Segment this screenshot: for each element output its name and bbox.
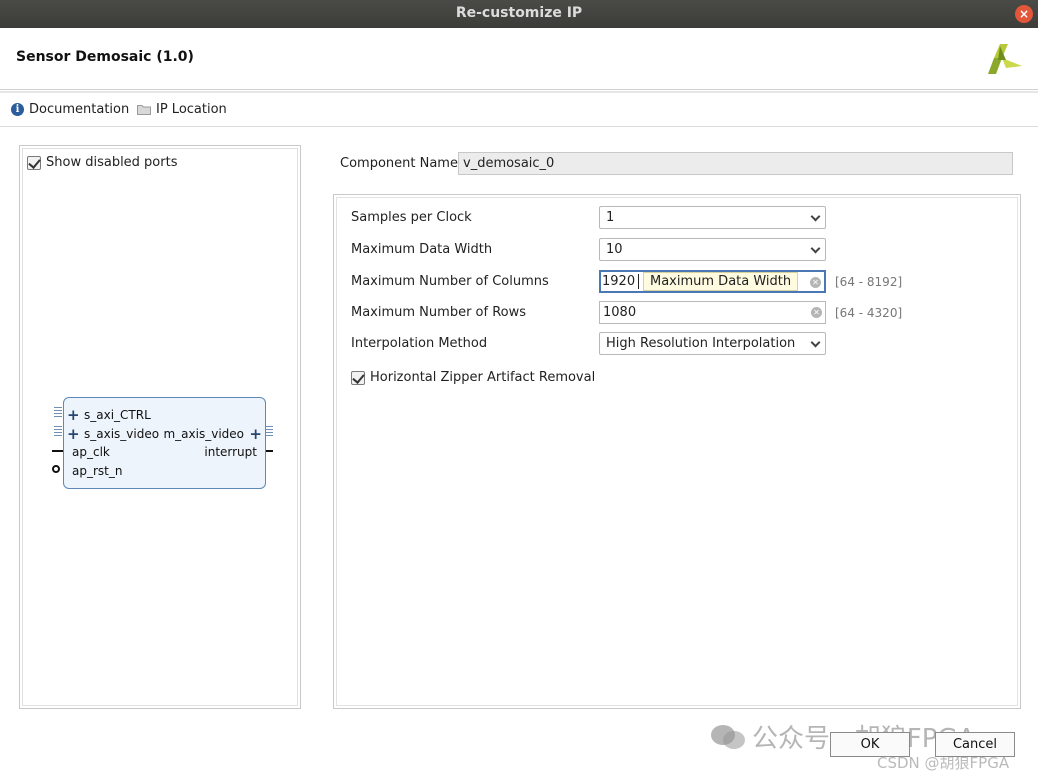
zipper-removal-label: Horizontal Zipper Artifact Removal [370, 370, 596, 385]
ip-location-button[interactable]: IP Location [137, 102, 227, 117]
max-rows-range: [64 - 4320] [835, 306, 903, 320]
checkbox-checked-icon[interactable] [351, 370, 365, 385]
max-columns-range: [64 - 8192] [835, 275, 903, 289]
port-m-axis-video: m_axis_video [163, 427, 244, 441]
clock-wire [52, 450, 63, 452]
interpolation-method-value: High Resolution Interpolation [606, 336, 796, 351]
expand-plus-icon[interactable]: + [67, 427, 80, 442]
port-s-axi-ctrl: s_axi_CTRL [84, 408, 151, 422]
wechat-icon [711, 724, 745, 749]
component-name-field[interactable]: v_demosaic_0 [458, 152, 1013, 175]
max-columns-label: Maximum Number of Columns [351, 274, 549, 289]
max-rows-label: Maximum Number of Rows [351, 305, 527, 320]
samples-per-clock-value: 1 [606, 210, 615, 225]
max-data-width-select[interactable]: 10 [599, 238, 826, 261]
component-name-label: Component Name [340, 156, 458, 171]
ok-button[interactable]: OK [830, 732, 910, 757]
reset-pin-icon [52, 465, 60, 473]
max-data-width-value: 10 [606, 242, 623, 257]
port-ap-rst-n: ap_rst_n [72, 464, 123, 478]
zipper-removal-checkbox[interactable]: Horizontal Zipper Artifact Removal [351, 370, 595, 385]
samples-per-clock-select[interactable]: 1 [599, 206, 826, 229]
checkbox-checked-icon[interactable] [27, 155, 41, 170]
max-data-width-label: Maximum Data Width [351, 242, 493, 257]
port-interrupt: interrupt [204, 445, 257, 459]
toolbar: i Documentation IP Location [0, 91, 1038, 127]
bus-connector-icon [54, 426, 62, 438]
cancel-button[interactable]: Cancel [935, 732, 1015, 757]
interpolation-method-select[interactable]: High Resolution Interpolation [599, 332, 826, 355]
xilinx-logo-icon [988, 44, 1022, 74]
chevron-down-icon[interactable] [810, 243, 821, 254]
interrupt-wire [265, 450, 273, 452]
documentation-label: Documentation [29, 102, 130, 117]
max-columns-value: 1920 [602, 274, 636, 289]
configuration-panel: Samples per Clock 1 Maximum Data Width 1… [333, 194, 1021, 709]
dialog-header: Sensor Demosaic (1.0) [0, 28, 1038, 90]
documentation-menu[interactable]: i Documentation [11, 102, 129, 117]
text-cursor [638, 274, 639, 289]
max-rows-input[interactable]: 1080 ✕ [599, 301, 826, 324]
close-icon[interactable]: × [1015, 5, 1033, 23]
expand-plus-icon[interactable]: + [249, 427, 262, 442]
tooltip: Maximum Data Width [643, 272, 799, 291]
chevron-down-icon[interactable] [810, 337, 821, 348]
bus-connector-icon [265, 426, 273, 438]
ip-location-label: IP Location [156, 102, 227, 117]
ip-symbol-panel: Show disabled ports + s_axi_CTRL + s_axi… [19, 145, 301, 709]
clear-icon[interactable]: ✕ [810, 277, 821, 288]
max-rows-value: 1080 [603, 305, 637, 320]
samples-per-clock-label: Samples per Clock [351, 210, 472, 225]
folder-icon [137, 105, 151, 115]
ip-block-symbol[interactable]: + s_axi_CTRL + s_axis_video ap_clk ap_rs… [63, 397, 266, 489]
window-title: Re-customize IP [455, 5, 583, 21]
expand-plus-icon[interactable]: + [67, 408, 80, 423]
port-ap-clk: ap_clk [72, 445, 110, 459]
port-s-axis-video: s_axis_video [84, 427, 160, 441]
interpolation-method-label: Interpolation Method [351, 336, 488, 351]
chevron-down-icon[interactable] [810, 211, 821, 222]
page-title: Sensor Demosaic (1.0) [16, 49, 194, 65]
bus-connector-icon [54, 407, 62, 419]
show-disabled-ports-checkbox[interactable]: Show disabled ports [27, 155, 177, 170]
show-disabled-ports-label: Show disabled ports [46, 155, 178, 170]
clear-icon[interactable]: ✕ [811, 307, 822, 318]
max-columns-input[interactable]: 1920 Maximum Data Width ✕ [599, 270, 826, 293]
info-icon: i [11, 103, 24, 116]
window-titlebar: Re-customize IP × [0, 0, 1038, 28]
